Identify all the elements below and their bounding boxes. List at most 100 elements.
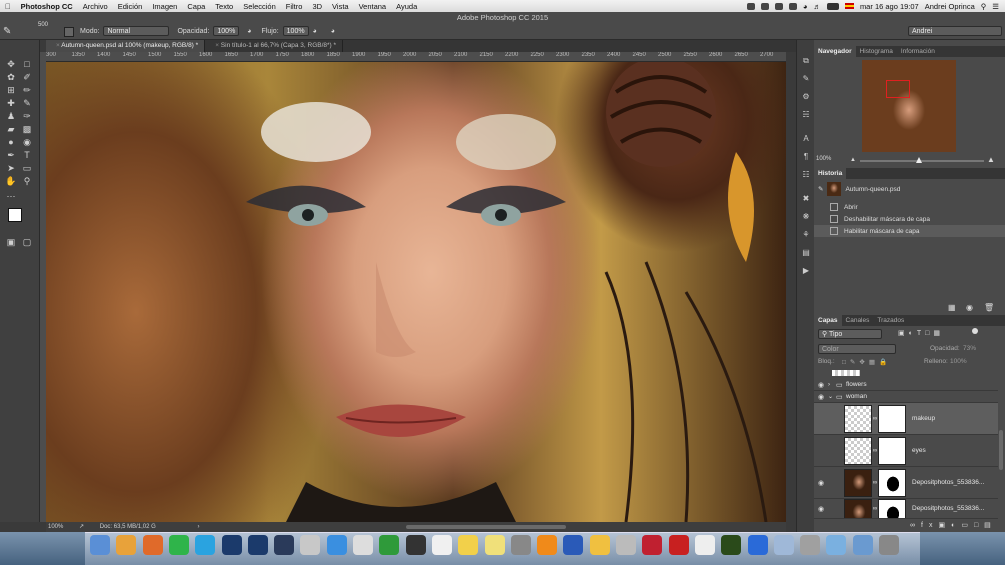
layer-opacity-input[interactable]: 73% — [963, 345, 976, 352]
delete-layer-icon[interactable]: ▤ — [984, 522, 997, 529]
horizontal-scrollbar[interactable] — [406, 525, 566, 529]
brush-presets-icon[interactable]: ✎ — [800, 74, 812, 84]
share-icon[interactable]: ↗ — [79, 524, 84, 530]
foreground-color-swatch[interactable] — [8, 208, 22, 222]
expand-arrow-icon[interactable]: › — [828, 382, 836, 388]
add-mask-icon[interactable]: ▣ — [938, 522, 951, 529]
pressure-size-icon[interactable]: ◕ — [331, 28, 335, 35]
history-snapshot[interactable]: ✎ Autumn-queen.psd — [814, 181, 1005, 197]
dock-vlc-icon[interactable] — [537, 535, 558, 555]
eye-icon[interactable]: ◉ — [814, 381, 828, 389]
styles-icon[interactable]: ❋ — [800, 212, 812, 222]
link-layers-icon[interactable]: ∞ — [910, 522, 921, 529]
dock-folder-icon[interactable] — [852, 535, 873, 555]
layer-mask-thumbnail[interactable] — [878, 468, 906, 497]
new-layer-icon[interactable]: □ — [974, 522, 984, 529]
dock-safari-icon[interactable] — [326, 535, 347, 555]
dock-word-icon[interactable] — [563, 535, 584, 555]
layer-group-flowers[interactable]: ◉ › ▭ flowers — [814, 379, 998, 391]
history-brush-tool-icon[interactable]: ✑ — [20, 110, 34, 122]
status-doc-size[interactable]: Doc: 63,5 MB/1,02 G — [100, 524, 156, 530]
search-icon[interactable]: ⚲ — [981, 2, 987, 11]
marquee-tool-icon[interactable]: □ — [20, 58, 34, 70]
dock-finder-icon[interactable] — [90, 535, 110, 555]
eye-icon[interactable]: ◉ — [814, 479, 828, 487]
dodge-tool-icon[interactable]: ◉ — [20, 136, 34, 148]
menu-3d[interactable]: 3D — [307, 2, 327, 11]
workspace-dropdown[interactable]: Andrei — [908, 26, 1002, 36]
glyphs-icon[interactable]: ☷ — [800, 170, 812, 180]
dock-files-icon[interactable] — [616, 535, 636, 555]
navigator-zoom-slider[interactable] — [860, 160, 984, 162]
layer-makeup[interactable]: ∞ makeup — [814, 403, 998, 435]
menu-capa[interactable]: Capa — [182, 2, 210, 11]
navigator-zoom[interactable]: 100% — [816, 156, 831, 162]
dock-camtasia-icon[interactable] — [379, 535, 400, 555]
dock-firefox-icon[interactable] — [142, 535, 163, 555]
tab-canales[interactable]: Canales — [842, 315, 874, 326]
dock-dw-icon[interactable] — [721, 535, 742, 555]
layer-mask-thumbnail[interactable] — [878, 499, 906, 518]
menu-filtro[interactable]: Filtro — [281, 2, 308, 11]
layer-eyes[interactable]: ∞ eyes — [814, 435, 998, 467]
hand-tool-icon[interactable]: ✋ — [4, 175, 18, 187]
flow-input[interactable]: 100% — [282, 26, 309, 36]
tab-historia[interactable]: Historia — [814, 168, 847, 179]
dock-preview-icon[interactable] — [300, 535, 321, 555]
dock-filezilla-icon[interactable] — [668, 535, 689, 555]
move-tool-icon[interactable]: ✥ — [4, 58, 18, 70]
delete-state-icon[interactable]: 🗑 — [984, 303, 994, 312]
screen-mode-icon[interactable]: ▢ — [20, 236, 34, 248]
dock-stickies-icon[interactable] — [484, 535, 505, 555]
close-tab-icon[interactable]: × — [215, 42, 219, 49]
adjustments-icon[interactable]: ⚙ — [800, 92, 812, 102]
battery-icon[interactable] — [826, 2, 839, 10]
history-item-selected[interactable]: Habilitar máscara de capa — [814, 225, 1005, 237]
dock-lr-icon[interactable] — [274, 535, 295, 555]
tab-histograma[interactable]: Histograma — [856, 46, 897, 57]
gradient-tool-icon[interactable]: ▩ — [20, 123, 34, 135]
tab-sin-titulo[interactable]: × Sin título-1 al 66,7% (Capa 3, RGB/8*)… — [205, 40, 344, 52]
dock-photos-icon[interactable] — [589, 535, 610, 555]
layer-filter-icons[interactable]: ▣◐T□▦ — [898, 329, 944, 337]
dock-chrome-icon[interactable] — [116, 535, 137, 555]
opacity-input[interactable]: 100% — [213, 26, 240, 36]
navigator-view-box[interactable] — [886, 80, 910, 98]
lock-icons[interactable]: □✎✥▦🔒 — [842, 358, 891, 366]
mode-dropdown[interactable]: Normal — [103, 26, 170, 36]
layer-name[interactable]: flowers — [846, 381, 867, 388]
airbrush-icon[interactable]: ◕ — [313, 28, 317, 35]
dock-trash-icon[interactable] — [879, 535, 899, 555]
zoom-out-icon[interactable]: ▲ — [850, 157, 856, 163]
tray-icon[interactable] — [774, 2, 783, 10]
blend-mode-dropdown[interactable]: Color — [818, 344, 896, 354]
filter-toggle[interactable] — [972, 328, 978, 334]
menubar-user[interactable]: Andrei Oprinca — [925, 2, 975, 11]
collapse-arrow-icon[interactable]: ⌄ — [828, 393, 836, 400]
stamp-tool-icon[interactable]: ♟ — [4, 110, 18, 122]
more-tools-icon[interactable]: ⋯ — [4, 190, 18, 202]
eyedropper-tool-icon[interactable]: ✏ — [20, 84, 34, 96]
tray-icon[interactable] — [746, 2, 755, 10]
dock-calendar-icon[interactable] — [431, 535, 452, 555]
layer-name[interactable]: Depositphotos_553836... — [912, 479, 984, 486]
status-arrow-icon[interactable]: › — [197, 524, 199, 530]
tools-icon[interactable]: ✖ — [800, 194, 812, 204]
close-tab-icon[interactable]: × — [56, 42, 60, 49]
history-item[interactable]: Deshabilitar máscara de capa — [814, 213, 1005, 225]
dock-ps-icon[interactable] — [247, 535, 268, 555]
new-group-icon[interactable]: ▭ — [961, 522, 974, 529]
blur-tool-icon[interactable]: ● — [4, 136, 18, 148]
layer-name[interactable]: Depositphotos_553836... — [912, 505, 984, 512]
layer-name[interactable]: makeup — [912, 415, 935, 422]
new-document-from-state-icon[interactable]: ▦ — [948, 303, 956, 312]
eye-icon[interactable]: ◉ — [814, 505, 828, 513]
tab-informacion[interactable]: Información — [897, 46, 939, 57]
path-select-tool-icon[interactable]: ➤ — [4, 162, 18, 174]
pen-tool-icon[interactable]: ✒ — [4, 149, 18, 161]
pressure-opacity-icon[interactable]: ◕ — [247, 28, 251, 35]
dock-script-icon[interactable] — [353, 535, 373, 555]
timeline-icon[interactable]: ▤ — [800, 248, 812, 258]
layer-mask-thumbnail[interactable] — [878, 436, 906, 465]
menu-edicion[interactable]: Edición — [113, 2, 148, 11]
